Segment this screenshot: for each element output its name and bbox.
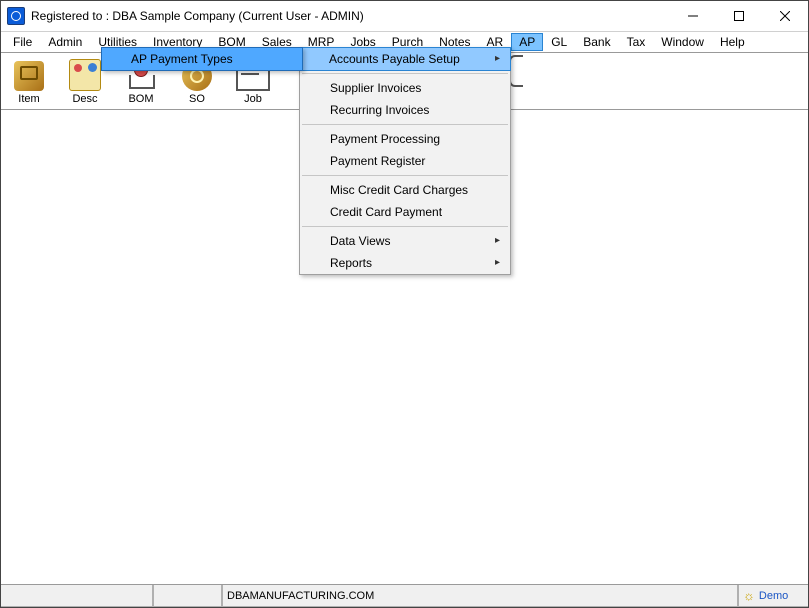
menu-file[interactable]: File bbox=[5, 33, 40, 51]
submenu-arrow-icon: ▸ bbox=[495, 235, 500, 246]
ap-menu-item[interactable]: Recurring Invoices bbox=[300, 99, 510, 121]
demo-label: Demo bbox=[759, 590, 788, 602]
toolbar-item-button[interactable]: Item bbox=[1, 55, 57, 105]
toolbar-label: SO bbox=[189, 93, 205, 105]
ap-menu-item[interactable]: Payment Processing bbox=[300, 128, 510, 150]
maximize-button[interactable] bbox=[716, 1, 762, 31]
menu-separator bbox=[302, 226, 508, 227]
ap-dropdown-menu: Accounts Payable Setup▸ Supplier Invoices… bbox=[299, 47, 511, 275]
menu-window[interactable]: Window bbox=[653, 33, 712, 51]
titlebar: Registered to : DBA Sample Company (Curr… bbox=[1, 1, 808, 32]
app-window: Registered to : DBA Sample Company (Curr… bbox=[0, 0, 809, 608]
ap-menu-item[interactable]: Payment Register bbox=[300, 150, 510, 172]
statusbar-cell-2 bbox=[153, 585, 222, 607]
ap-menu-item[interactable]: Data Views▸ bbox=[300, 230, 510, 252]
menu-gl[interactable]: GL bbox=[543, 33, 575, 51]
statusbar-demo[interactable]: ☼ Demo bbox=[738, 585, 808, 607]
minimize-button[interactable] bbox=[670, 1, 716, 31]
close-button[interactable] bbox=[762, 1, 808, 31]
toolbar-label: Item bbox=[18, 93, 39, 105]
ap-menu-item[interactable]: Credit Card Payment bbox=[300, 201, 510, 223]
toolbar-label: BOM bbox=[128, 93, 153, 105]
statusbar-url: DBAMANUFACTURING.COM bbox=[222, 585, 738, 607]
menu-ap[interactable]: AP bbox=[511, 33, 543, 51]
ap-setup-flyout: AP Payment Types bbox=[101, 47, 303, 71]
menu-tax[interactable]: Tax bbox=[619, 33, 654, 51]
submenu-arrow-icon: ▸ bbox=[495, 53, 500, 64]
item-icon bbox=[14, 61, 44, 91]
toolbar-label: Job bbox=[244, 93, 262, 105]
desc-icon bbox=[69, 59, 101, 91]
ap-menu-item[interactable]: Supplier Invoices bbox=[300, 77, 510, 99]
statusbar: DBAMANUFACTURING.COM ☼ Demo bbox=[1, 584, 808, 607]
ap-menu-item[interactable]: Misc Credit Card Charges bbox=[300, 179, 510, 201]
toolbar-icon-peek bbox=[509, 55, 523, 87]
toolbar-label: Desc bbox=[72, 93, 97, 105]
menu-separator bbox=[302, 124, 508, 125]
window-title: Registered to : DBA Sample Company (Curr… bbox=[31, 9, 670, 23]
menu-admin[interactable]: Admin bbox=[40, 33, 90, 51]
ap-menu-item[interactable]: Accounts Payable Setup▸ bbox=[299, 47, 511, 71]
app-icon bbox=[7, 7, 25, 25]
ap-setup-menu-item[interactable]: AP Payment Types bbox=[101, 47, 303, 71]
menu-bank[interactable]: Bank bbox=[575, 33, 618, 51]
window-controls bbox=[670, 1, 808, 31]
menu-separator bbox=[302, 175, 508, 176]
statusbar-cell-1 bbox=[1, 585, 153, 607]
submenu-arrow-icon: ▸ bbox=[495, 257, 500, 268]
ap-menu-item[interactable]: Reports▸ bbox=[300, 252, 510, 274]
menu-help[interactable]: Help bbox=[712, 33, 753, 51]
menu-separator bbox=[302, 73, 508, 74]
bulb-icon: ☼ bbox=[743, 588, 755, 603]
